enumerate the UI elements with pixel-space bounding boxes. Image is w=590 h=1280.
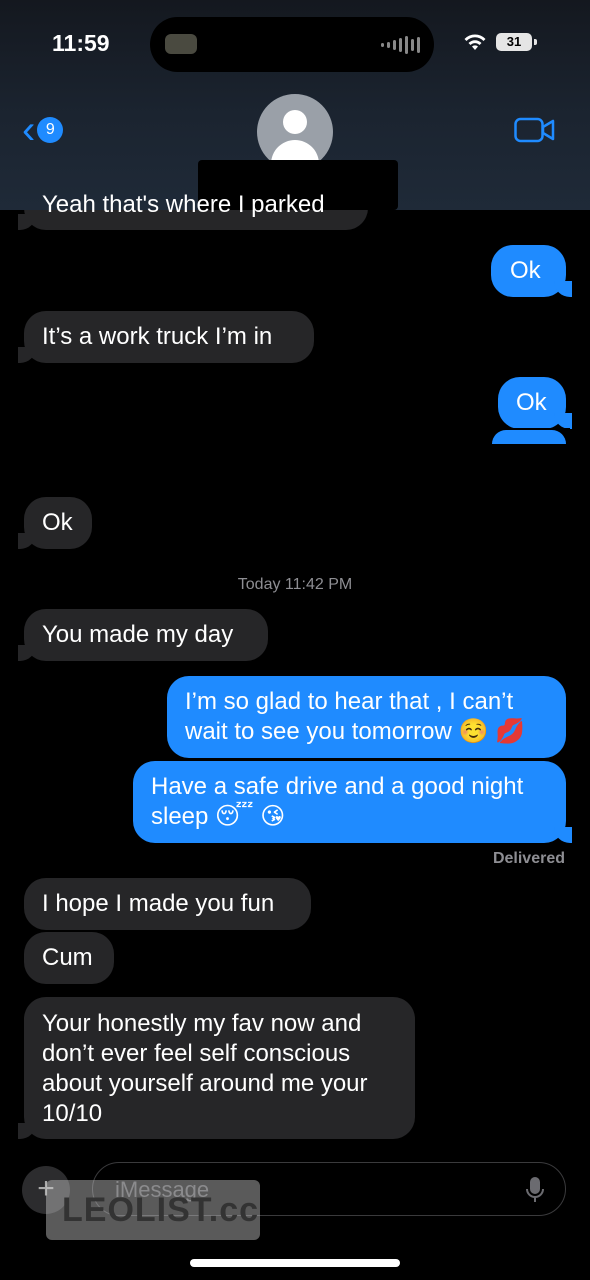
back-button[interactable]: ‹ 9 [22,108,64,152]
message-text: Have a safe drive and a good night sleep… [151,773,524,830]
message-text: It’s a work truck I’m in [42,323,273,350]
battery-icon: 31 [496,33,537,51]
message-bubble-incoming[interactable]: Cum [24,932,114,984]
video-call-icon[interactable] [514,116,556,144]
message-text: Ok [510,257,541,284]
contact-avatar[interactable] [257,94,333,170]
header-overlay: 11:59 31 ‹ 9 [0,0,590,210]
message-text: You made my day [42,621,234,648]
message-text: Ok [516,389,547,416]
message-text: Ok [42,509,73,536]
message-bubble-incoming[interactable]: Your honestly my fav now and don’t ever … [18,997,415,1139]
message-bubble-outgoing[interactable]: Ok [491,245,572,297]
back-chevron-icon: ‹ [22,108,36,152]
message-text: Yeah that's where I parked [42,191,325,218]
live-activity-thumbnail [165,34,197,54]
delivered-status: Delivered [492,850,565,867]
message-bubble-outgoing[interactable]: Ok [498,377,572,429]
mic-icon[interactable] [525,1176,545,1204]
message-bubble-outgoing[interactable]: I’m so glad to hear that , I can’t wait … [167,676,566,758]
message-text: I hope I made you fun [42,890,275,917]
message-bubble-outgoing[interactable]: Have a safe drive and a good night sleep… [133,761,572,843]
redaction-block [490,428,570,484]
avatar-icon [283,110,307,134]
watermark-logo: LEOLIST.cc [46,1180,260,1240]
audio-wave-icon [381,35,420,55]
message-bubble-incoming[interactable]: It’s a work truck I’m in [18,311,314,363]
wifi-icon [464,34,486,50]
message-bubble-incoming[interactable]: Ok [18,497,92,549]
message-text: I’m so glad to hear that , I can’t wait … [185,688,525,745]
unread-count-badge: 9 [37,117,64,143]
dynamic-island [150,17,434,72]
home-indicator[interactable] [190,1259,400,1267]
message-text: Your honestly my fav now and don’t ever … [42,1010,368,1127]
status-time: 11:59 [52,30,110,56]
message-bubble-incoming[interactable]: I hope I made you fun [24,878,311,930]
message-text: Cum [42,944,93,971]
message-bubble-incoming[interactable]: You made my day [18,609,268,661]
conversation-timestamp: Today 11:42 PM [237,576,353,593]
